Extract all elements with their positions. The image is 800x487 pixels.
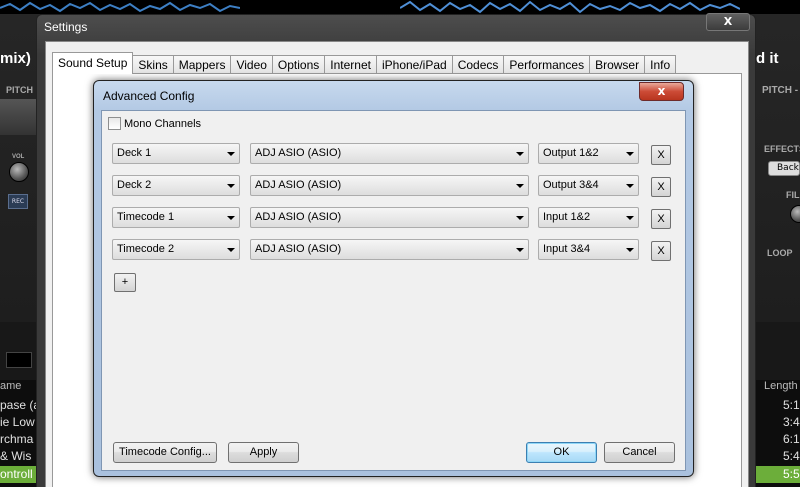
chevron-down-icon	[516, 184, 524, 188]
checkbox-box[interactable]	[108, 117, 121, 130]
channel-select-2[interactable]: Deck 2	[112, 175, 240, 196]
chevron-down-icon	[227, 184, 235, 188]
advanced-config-title: Advanced Config	[103, 89, 195, 103]
cancel-button[interactable]: Cancel	[604, 442, 675, 463]
pitch-label-left: PITCH	[6, 85, 33, 95]
deck-left-title: mix)	[0, 50, 31, 67]
tab-video[interactable]: Video	[230, 55, 273, 74]
channel-select-1[interactable]: Deck 1	[112, 143, 240, 164]
list-item[interactable]: & Wis	[0, 449, 31, 463]
remove-row-button-4[interactable]: X	[651, 241, 671, 261]
channel-select-value: Deck 2	[117, 179, 152, 191]
port-select-4[interactable]: Input 3&4	[538, 239, 639, 260]
advanced-config-dialog: Advanced Config x Mono Channels Deck 1 A…	[93, 80, 694, 477]
channel-select-value: Deck 1	[117, 147, 152, 159]
port-select-value: Input 1&2	[543, 211, 591, 223]
tab-skins[interactable]: Skins	[132, 55, 174, 74]
port-select-1[interactable]: Output 1&2	[538, 143, 639, 164]
loop-label: LOOP	[767, 248, 793, 258]
volume-knob[interactable]	[9, 162, 29, 182]
device-select-4[interactable]: ADJ ASIO (ASIO)	[250, 239, 529, 260]
timecode-config-button[interactable]: Timecode Config...	[113, 442, 217, 463]
waveform-left	[0, 1, 240, 13]
length-cell: 5:4	[783, 449, 800, 463]
top-waveform-strip	[0, 0, 800, 14]
chevron-down-icon	[626, 152, 634, 156]
port-select-value: Output 3&4	[543, 179, 599, 191]
port-select-2[interactable]: Output 3&4	[538, 175, 639, 196]
column-header-length[interactable]: Length	[764, 380, 798, 392]
chevron-down-icon	[227, 216, 235, 220]
effect-back-select[interactable]: Back	[768, 161, 800, 176]
length-cell: 6:1	[783, 432, 800, 446]
tab-sound-setup[interactable]: Sound Setup	[52, 52, 134, 74]
device-select-value: ADJ ASIO (ASIO)	[255, 211, 342, 223]
channel-select-3[interactable]: Timecode 1	[112, 207, 240, 228]
effects-label: EFFECTS	[764, 144, 800, 154]
mono-channels-label: Mono Channels	[124, 117, 202, 130]
length-cell-selected: 5:5	[783, 467, 800, 481]
waveform-right	[400, 0, 740, 14]
tab-performances[interactable]: Performances	[503, 55, 591, 74]
settings-title: Settings	[44, 20, 88, 34]
device-select-value: ADJ ASIO (ASIO)	[255, 179, 342, 191]
remove-row-button-3[interactable]: X	[651, 209, 671, 229]
advanced-config-body: Mono Channels Deck 1 ADJ ASIO (ASIO) Out…	[101, 110, 686, 471]
vol-label: VOL	[12, 154, 25, 160]
remove-row-button-2[interactable]: X	[651, 177, 671, 197]
chevron-down-icon	[626, 248, 634, 252]
advanced-close-button[interactable]: x	[639, 82, 684, 101]
tab-browser[interactable]: Browser	[589, 55, 646, 74]
deck-waveform-left	[0, 99, 40, 135]
list-item-selected[interactable]: ontroll	[0, 467, 33, 481]
port-select-3[interactable]: Input 1&2	[538, 207, 639, 228]
device-select-value: ADJ ASIO (ASIO)	[255, 147, 342, 159]
chevron-down-icon	[626, 216, 634, 220]
settings-tabs: Sound Setup Skins Mappers Video Options …	[52, 52, 677, 74]
filter-label: FIL	[786, 190, 800, 200]
browser-search-box[interactable]	[6, 352, 32, 368]
tab-codecs[interactable]: Codecs	[451, 55, 505, 74]
chevron-down-icon	[516, 152, 524, 156]
settings-close-button[interactable]: X	[706, 13, 750, 31]
chevron-down-icon	[516, 216, 524, 220]
chevron-down-icon	[516, 248, 524, 252]
list-item[interactable]: rchma	[0, 432, 33, 446]
column-header-name[interactable]: ame	[0, 380, 21, 392]
mono-channels-checkbox[interactable]: Mono Channels	[108, 117, 201, 130]
tab-internet[interactable]: Internet	[324, 55, 377, 74]
chevron-down-icon	[227, 248, 235, 252]
list-item[interactable]: ie Low	[0, 415, 35, 429]
tab-options[interactable]: Options	[271, 55, 326, 74]
channel-select-value: Timecode 1	[117, 211, 175, 223]
channel-select-4[interactable]: Timecode 2	[112, 239, 240, 260]
deck-right-title: d it	[756, 50, 779, 67]
device-select-3[interactable]: ADJ ASIO (ASIO)	[250, 207, 529, 228]
filter-knob[interactable]	[790, 205, 800, 223]
add-row-button[interactable]: +	[114, 273, 136, 292]
port-select-value: Input 3&4	[543, 243, 591, 255]
chevron-down-icon	[626, 184, 634, 188]
length-cell: 5:1	[783, 398, 800, 412]
device-select-1[interactable]: ADJ ASIO (ASIO)	[250, 143, 529, 164]
rec-button[interactable]: REC	[8, 194, 28, 209]
apply-button[interactable]: Apply	[228, 442, 299, 463]
tab-mappers[interactable]: Mappers	[172, 55, 232, 74]
tab-info[interactable]: Info	[644, 55, 677, 74]
remove-row-button-1[interactable]: X	[651, 145, 671, 165]
tab-iphone-ipad[interactable]: iPhone/iPad	[375, 55, 453, 74]
length-cell: 3:4	[783, 415, 800, 429]
chevron-down-icon	[227, 152, 235, 156]
port-select-value: Output 1&2	[543, 147, 599, 159]
list-item[interactable]: pase (a	[0, 398, 40, 412]
channel-select-value: Timecode 2	[117, 243, 175, 255]
pitch-label-right: PITCH -	[762, 85, 799, 96]
device-select-value: ADJ ASIO (ASIO)	[255, 243, 342, 255]
ok-button[interactable]: OK	[526, 442, 597, 463]
device-select-2[interactable]: ADJ ASIO (ASIO)	[250, 175, 529, 196]
